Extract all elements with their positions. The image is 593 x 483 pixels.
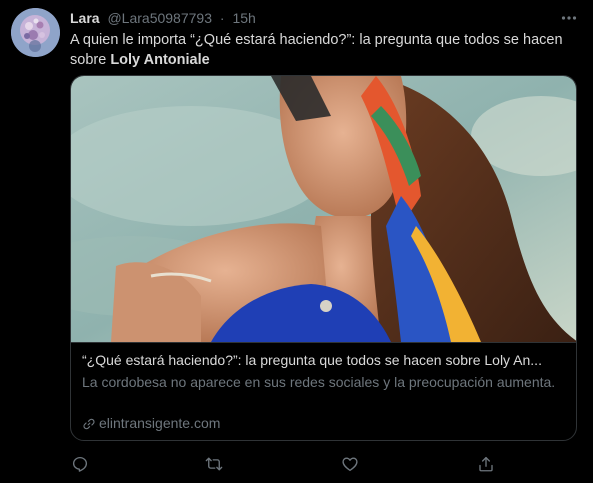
link-card[interactable]: “¿Qué estará haciendo?”: la pregunta que… <box>70 75 577 441</box>
card-description: La cordobesa no aparece en sus redes soc… <box>82 374 556 390</box>
tweet-header: Lara @Lara50987793 · 15h <box>70 9 256 27</box>
card-photo <box>71 76 576 342</box>
card-image[interactable] <box>71 76 576 342</box>
avatar-image <box>11 8 60 57</box>
card-title[interactable]: “¿Qué estará haciendo?”: la pregunta que… <box>82 351 567 370</box>
tweet-actions <box>0 447 593 481</box>
link-icon <box>83 418 95 429</box>
card-domain[interactable]: elintransigente.com <box>82 414 220 433</box>
more-horizontal-icon <box>561 16 577 20</box>
author-name[interactable]: Lara <box>70 10 100 26</box>
tweet-text-bold[interactable]: Loly Antoniale <box>110 52 209 68</box>
heart-icon <box>342 457 358 472</box>
author-handle[interactable]: @Lara50987793 <box>107 10 212 26</box>
reply-button[interactable] <box>70 454 90 474</box>
retweet-icon <box>205 457 223 471</box>
avatar[interactable] <box>11 8 60 57</box>
reply-icon <box>72 456 88 472</box>
more-options-button[interactable] <box>555 6 583 30</box>
tweet[interactable]: Lara @Lara50987793 · 15h A quien le impo… <box>0 0 593 483</box>
card-domain-text: elintransigente.com <box>99 415 221 431</box>
separator: · <box>219 10 225 26</box>
retweet-button[interactable] <box>204 454 224 474</box>
tweet-time[interactable]: 15h <box>232 10 255 26</box>
like-button[interactable] <box>340 454 360 474</box>
card-body[interactable]: “¿Qué estará haciendo?”: la pregunta que… <box>71 342 576 440</box>
share-button[interactable] <box>476 454 496 474</box>
tweet-text: A quien le importa “¿Qué estará haciendo… <box>70 30 585 70</box>
share-icon <box>479 456 493 472</box>
